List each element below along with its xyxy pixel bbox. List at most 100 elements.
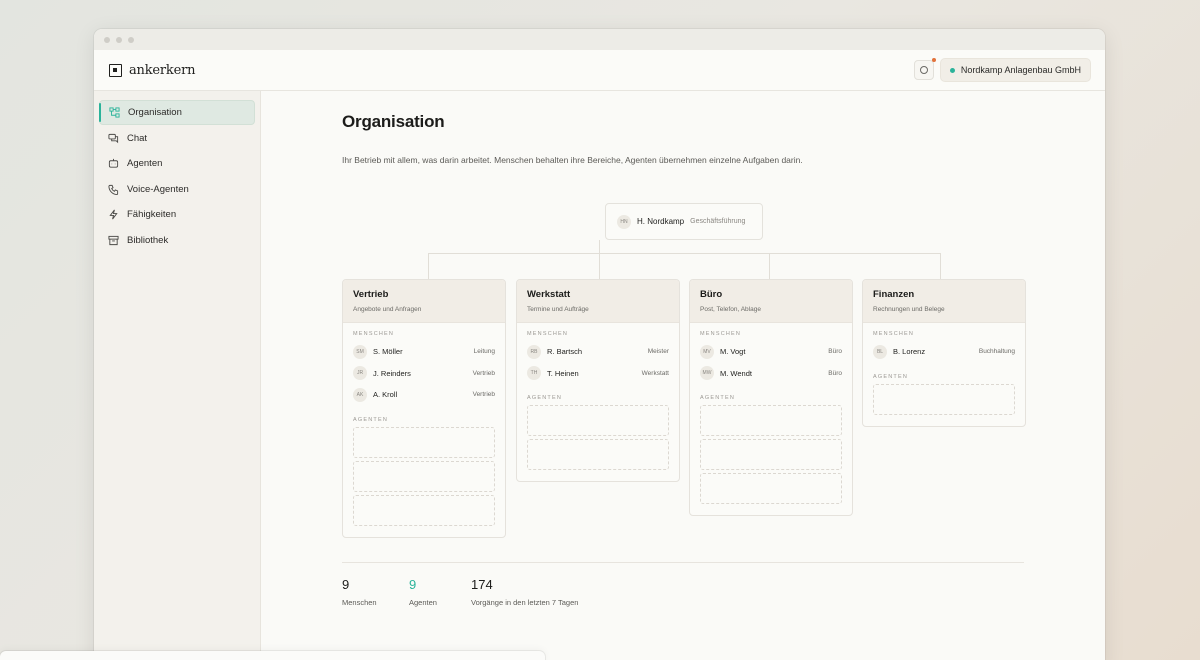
stat-value: 9 (409, 577, 417, 592)
org-chart-icon (109, 107, 120, 118)
agent-slot[interactable] (353, 426, 495, 458)
app-header: ankerkern Nordkamp Anlagenbau GmbH (94, 50, 1105, 91)
person-row[interactable]: JR J. Reinders Vertrieb (353, 363, 495, 385)
lightning-icon (108, 209, 119, 220)
stat-value: 174 (471, 577, 493, 592)
person-name: B. Lorenz (893, 347, 926, 357)
agent-slot[interactable] (353, 460, 495, 492)
organization-switcher[interactable]: Nordkamp Anlagenbau GmbH (939, 58, 1091, 82)
stat-value: 9 (342, 577, 350, 592)
person-row[interactable]: SM S. Möller Leitung (353, 341, 495, 363)
avatar: AK (353, 387, 367, 402)
department-title: Vertrieb (353, 289, 389, 300)
sidebar-item-label: Chat (127, 132, 148, 144)
sidebar-item-label: Organisation (128, 107, 182, 118)
department-header: Vertrieb Angebote und Anfragen (343, 280, 505, 323)
people-section-label: MENSCHEN (700, 331, 742, 337)
department-subtitle: Termine und Aufträge (527, 306, 589, 313)
connector-line (769, 253, 770, 279)
sidebar-item-chat[interactable]: Chat (99, 126, 255, 151)
department-title: Werkstatt (527, 289, 571, 300)
window-minimize-dot[interactable] (116, 36, 122, 43)
stat-label: Vorgänge in den letzten 7 Tagen (471, 598, 579, 607)
window-close-dot[interactable] (104, 36, 110, 43)
agent-slot[interactable] (527, 439, 669, 470)
avatar: HN (617, 214, 631, 229)
department-card-vertrieb[interactable]: Vertrieb Angebote und Anfragen MENSCHEN … (342, 279, 506, 538)
person-row[interactable]: TH T. Heinen Werkstatt (527, 363, 669, 385)
people-section-label: MENSCHEN (527, 331, 569, 337)
person-role: Meister (647, 348, 669, 356)
department-header: Werkstatt Termine und Aufträge (517, 280, 679, 323)
connector-line (599, 240, 600, 253)
avatar: TH (527, 366, 541, 381)
person-row[interactable]: MV M. Vogt Büro (700, 341, 842, 363)
window-titlebar (94, 29, 1105, 50)
head-role: Geschäftsführung (690, 218, 746, 225)
logo-icon (109, 63, 122, 77)
department-card-werkstatt[interactable]: Werkstatt Termine und Aufträge MENSCHEN … (516, 279, 680, 482)
person-role: Büro (828, 348, 842, 356)
person-role: Büro (828, 369, 842, 377)
agent-slot[interactable] (353, 494, 495, 526)
agent-slot[interactable] (700, 473, 842, 504)
avatar: MV (700, 344, 714, 359)
window-maximize-dot[interactable] (128, 36, 134, 43)
person-row[interactable]: RB R. Bartsch Meister (527, 341, 669, 363)
connector-line (599, 253, 600, 279)
agent-slot[interactable] (873, 383, 1015, 415)
person-name: R. Bartsch (547, 347, 583, 357)
sidebar-item-voice-agenten[interactable]: Voice-Agenten (99, 177, 255, 202)
avatar: BL (873, 344, 887, 359)
department-subtitle: Rechnungen und Belege (873, 306, 945, 313)
org-head-card[interactable]: HN H. Nordkamp Geschäftsführung (605, 203, 763, 240)
person-role: Vertrieb (472, 391, 495, 399)
sidebar-item-organisation[interactable]: Organisation (99, 100, 255, 125)
person-row[interactable]: AK A. Kroll Vertrieb (353, 384, 495, 406)
agents-section-label: AGENTEN (353, 416, 388, 423)
person-role: Buchhaltung (978, 348, 1015, 356)
help-icon (919, 66, 928, 74)
agent-slot[interactable] (527, 405, 669, 436)
person-row[interactable]: BL B. Lorenz Buchhaltung (873, 341, 1015, 363)
agents-section-label: AGENTEN (700, 395, 735, 401)
page-title: Organisation (342, 112, 445, 131)
stat-label: Menschen (342, 598, 377, 607)
archive-icon (108, 235, 119, 246)
person-name: J. Reinders (373, 368, 411, 378)
app-window: ankerkern Nordkamp Anlagenbau GmbH Organ… (94, 29, 1105, 660)
agent-slot[interactable] (700, 439, 842, 470)
stat-transactions: 174 Vorgänge in den letzten 7 Tagen (471, 577, 578, 607)
department-title: Büro (700, 289, 723, 300)
help-button[interactable] (913, 58, 936, 80)
head-name: H. Nordkamp (637, 217, 685, 226)
connector-line (428, 253, 940, 254)
connector-line (428, 253, 429, 279)
person-name: A. Kroll (373, 390, 398, 400)
person-name: T. Heinen (547, 368, 579, 378)
person-role: Leitung (473, 348, 495, 356)
stat-agents: 9 Agenten (409, 577, 437, 607)
agent-slot[interactable] (700, 405, 842, 436)
sidebar-item-bibliothek[interactable]: Bibliothek (99, 228, 255, 253)
status-dot-icon (949, 67, 955, 73)
department-header: Büro Post, Telefon, Ablage (690, 280, 852, 323)
department-card-buero[interactable]: Büro Post, Telefon, Ablage MENSCHEN MV M… (689, 279, 853, 516)
agents-section-label: AGENTEN (873, 373, 908, 380)
person-role: Vertrieb (472, 369, 495, 377)
department-title: Finanzen (873, 289, 915, 300)
sidebar-item-agenten[interactable]: Agenten (99, 151, 255, 176)
organization-name: Nordkamp Anlagenbau GmbH (960, 65, 1081, 75)
department-card-finanzen[interactable]: Finanzen Rechnungen und Belege MENSCHEN … (862, 279, 1026, 427)
person-name: M. Vogt (720, 347, 746, 357)
avatar: JR (353, 366, 367, 381)
stats-divider (342, 562, 1024, 563)
department-subtitle: Angebote und Anfragen (353, 306, 422, 313)
connector-line (940, 253, 941, 279)
logo[interactable]: ankerkern (109, 63, 195, 78)
sidebar-item-faehigkeiten[interactable]: Fähigkeiten (99, 202, 255, 227)
person-row[interactable]: MW M. Wendt Büro (700, 363, 842, 385)
avatar: MW (700, 366, 714, 381)
robot-icon (108, 158, 119, 169)
sidebar-item-label: Bibliothek (127, 234, 169, 246)
